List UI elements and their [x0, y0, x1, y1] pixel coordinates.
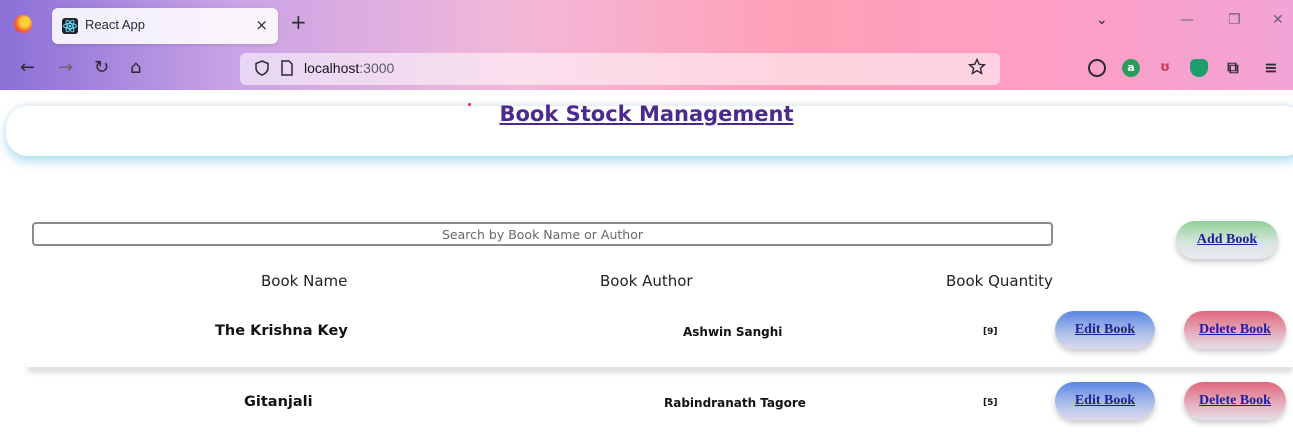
book-quantity: [9]: [983, 327, 998, 337]
extensions-icon[interactable]: ⧉: [1224, 59, 1242, 77]
row-divider: [28, 361, 1293, 367]
edit-book-button[interactable]: Edit Book: [1055, 311, 1155, 349]
column-header-quantity: Book Quantity: [946, 272, 1053, 290]
menu-icon[interactable]: ≡: [1262, 59, 1280, 77]
browser-chrome: React App × + ⌄ — ❐ ✕ ← → ↻ ⌂ localhost:…: [0, 0, 1293, 90]
add-book-button[interactable]: Add Book: [1176, 221, 1278, 259]
tab-bar: React App × + ⌄ — ❐ ✕: [0, 0, 1293, 48]
tab-title: React App: [85, 17, 145, 32]
back-button[interactable]: ←: [20, 57, 35, 78]
url-host: localhost: [304, 60, 360, 76]
restore-button[interactable]: ❐: [1228, 12, 1241, 28]
book-name: The Krishna Key: [215, 323, 348, 339]
close-tab-icon[interactable]: ×: [255, 16, 268, 34]
column-header-name: Book Name: [261, 272, 348, 290]
star-icon[interactable]: [967, 57, 987, 81]
table-row: The Krishna Key Ashwin Sanghi [9] Edit B…: [0, 306, 1293, 367]
delete-book-button[interactable]: Delete Book: [1184, 311, 1286, 349]
tab-react-app[interactable]: React App ×: [52, 8, 278, 44]
vpn-icon[interactable]: [1190, 59, 1208, 77]
book-quantity: [5]: [983, 398, 998, 408]
edit-book-button[interactable]: Edit Book: [1055, 382, 1155, 420]
search-input[interactable]: [32, 222, 1053, 246]
book-name: Gitanjali: [244, 394, 313, 410]
table-row: Gitanjali Rabindranath Tagore [5] Edit B…: [0, 377, 1293, 431]
firefox-icon[interactable]: [14, 15, 32, 33]
reload-button[interactable]: ↻: [94, 57, 109, 78]
readlater-icon[interactable]: ʊ: [1156, 59, 1174, 77]
close-window-button[interactable]: ✕: [1272, 12, 1284, 28]
account-icon[interactable]: a: [1122, 59, 1140, 77]
url-text[interactable]: localhost:3000: [304, 60, 394, 76]
url-bar[interactable]: localhost:3000: [240, 53, 1000, 85]
minimize-button[interactable]: —: [1180, 12, 1194, 28]
nav-bar: ← → ↻ ⌂ localhost:3000 a ʊ ⧉ ≡: [0, 48, 1293, 90]
book-author: Rabindranath Tagore: [664, 396, 806, 410]
shield-icon[interactable]: [254, 60, 270, 80]
url-port: :3000: [359, 60, 395, 76]
app-page: Book Stock Management Add Book Book Name…: [0, 90, 1293, 432]
page-title: Book Stock Management: [499, 102, 794, 126]
book-author: Ashwin Sanghi: [683, 325, 783, 339]
home-button[interactable]: ⌂: [130, 57, 141, 78]
forward-button[interactable]: →: [58, 57, 73, 78]
page-icon: [280, 60, 294, 80]
delete-book-button[interactable]: Delete Book: [1184, 382, 1286, 420]
new-tab-button[interactable]: +: [290, 10, 307, 34]
column-header-author: Book Author: [600, 272, 693, 290]
tab-list-chevron-icon[interactable]: ⌄: [1096, 12, 1108, 28]
pocket-icon[interactable]: [1088, 59, 1106, 77]
react-favicon-icon: [62, 18, 78, 34]
